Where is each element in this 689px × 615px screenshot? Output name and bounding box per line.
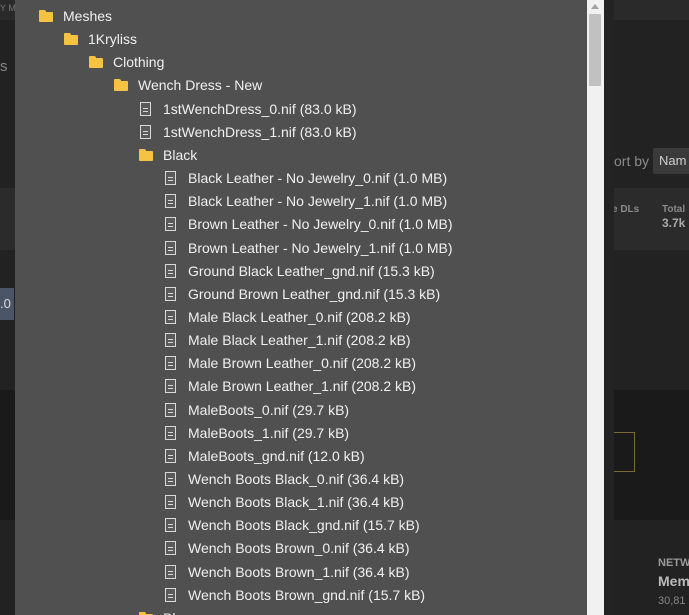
tree-file-item[interactable]: MaleBoots_1.nif (29.7 kB) [163, 422, 349, 444]
tree-file-item[interactable]: Male Black Leather_1.nif (208.2 kB) [163, 329, 411, 351]
tree-item-label: Meshes [63, 8, 113, 24]
tree-file-item[interactable]: Wench Boots Brown_1.nif (36.4 kB) [163, 561, 410, 583]
tree-folder-item[interactable]: Black [138, 144, 197, 166]
tree-item-label: 1stWenchDress_0.nif (83.0 kB) [163, 100, 357, 117]
background-mem-label: Mem [658, 573, 689, 589]
tree-item-label: Black [163, 146, 198, 163]
tree-file-item[interactable]: Male Brown Leather_1.nif (208.2 kB) [163, 375, 416, 397]
tree-item-label: Black Leather - No Jewelry_1.nif (1.0 MB… [188, 193, 448, 210]
tree-item-label: Blu [163, 610, 183, 615]
background-dls-label: e DLs [612, 204, 640, 215]
tree-folder-item[interactable]: Wench Dress - New [113, 74, 262, 96]
tree-folder-item[interactable]: Meshes [38, 5, 112, 27]
file-icon [165, 263, 176, 278]
tree-item-label: Brown Leather - No Jewelry_1.nif (1.0 MB… [188, 239, 453, 256]
folder-icon [138, 610, 154, 615]
tree-file-item[interactable]: Brown Leather - No Jewelry_1.nif (1.0 MB… [163, 237, 453, 259]
tree-item-label: MaleBoots_1.nif (29.7 kB) [188, 424, 350, 441]
file-icon [165, 240, 176, 255]
tree-file-item[interactable]: Wench Boots Black_gnd.nif (15.7 kB) [163, 514, 420, 536]
tree-folder-item[interactable]: 1Kryliss [63, 28, 137, 50]
tree-item-label: 1stWenchDress_1.nif (83.0 kB) [163, 123, 357, 140]
scrollbar[interactable] [587, 0, 604, 615]
file-icon [165, 217, 176, 232]
tree-file-item[interactable]: Black Leather - No Jewelry_0.nif (1.0 MB… [163, 167, 447, 189]
file-icon [165, 448, 176, 463]
tree-item-label: Wench Boots Black_gnd.nif (15.7 kB) [188, 517, 420, 534]
background-sort-label: ort by [614, 153, 650, 169]
tree-item-label: Wench Boots Black_1.nif (36.4 kB) [188, 494, 405, 511]
tree-item-label: MaleBoots_gnd.nif (12.0 kB) [188, 447, 365, 464]
scroll-up-arrow-icon[interactable] [591, 4, 599, 9]
tree-file-item[interactable]: Male Brown Leather_0.nif (208.2 kB) [163, 352, 416, 374]
background-right-edge [604, 0, 614, 615]
tree-item-label: Clothing [113, 54, 165, 71]
tree-item-label: Male Brown Leather_0.nif (208.2 kB) [188, 355, 417, 372]
scrollbar-thumb[interactable] [589, 14, 601, 86]
file-icon [165, 541, 176, 556]
tree-item-label: Ground Black Leather_gnd.nif (15.3 kB) [188, 262, 435, 279]
tree-item-label: Wench Dress - New [138, 77, 263, 94]
tree-item-label: 1Kryliss [88, 31, 138, 48]
tree-file-item[interactable]: 1stWenchDress_1.nif (83.0 kB) [138, 121, 357, 143]
background-count-value: 30,81 [658, 595, 686, 607]
file-icon [165, 472, 176, 486]
tree-file-item[interactable]: Wench Boots Black_0.nif (36.4 kB) [163, 468, 404, 490]
tree-item-label: Male Black Leather_0.nif (208.2 kB) [188, 308, 411, 325]
file-icon [140, 101, 151, 116]
tree-item-label: Brown Leather - No Jewelry_0.nif (1.0 MB… [188, 216, 453, 233]
file-icon [165, 286, 176, 301]
file-icon [165, 194, 176, 209]
tree-file-item[interactable]: Ground Black Leather_gnd.nif (15.3 kB) [163, 260, 435, 282]
file-icon [165, 495, 176, 510]
folder-icon [113, 77, 129, 93]
background-total-value: 3.7k [662, 216, 686, 230]
folder-icon [88, 54, 104, 70]
tree-item-label: Wench Boots Brown_gnd.nif (15.7 kB) [188, 586, 426, 603]
file-icon [165, 333, 176, 348]
tree-file-item[interactable]: MaleBoots_0.nif (29.7 kB) [163, 399, 349, 421]
tree-file-item[interactable]: Black Leather - No Jewelry_1.nif (1.0 MB… [163, 190, 447, 212]
tree-item-label: Wench Boots Brown_0.nif (36.4 kB) [188, 540, 410, 557]
tree-folder-item[interactable]: Clothing [88, 51, 164, 73]
tree-file-item[interactable]: Wench Boots Brown_0.nif (36.4 kB) [163, 537, 410, 559]
tree-file-item[interactable]: Ground Brown Leather_gnd.nif (15.3 kB) [163, 283, 440, 305]
tree-file-item[interactable]: Wench Boots Brown_gnd.nif (15.7 kB) [163, 584, 425, 606]
tree-item-label: Wench Boots Black_0.nif (36.4 kB) [188, 471, 405, 487]
tree-item-label: MaleBoots_0.nif (29.7 kB) [188, 401, 350, 418]
background-sort-select[interactable]: Nam [653, 148, 689, 174]
file-icon [165, 518, 176, 533]
file-icon [165, 379, 176, 394]
file-icon [165, 309, 176, 324]
file-icon [165, 425, 176, 440]
tree-item-label: Black Leather - No Jewelry_0.nif (1.0 MB… [188, 170, 448, 187]
folder-icon [63, 31, 79, 47]
file-icon [165, 356, 176, 371]
background-top-label: Y M [0, 3, 16, 13]
tree-file-item[interactable]: Wench Boots Black_1.nif (36.4 kB) [163, 491, 404, 513]
tree-file-item[interactable]: MaleBoots_gnd.nif (12.0 kB) [163, 445, 365, 467]
folder-icon [38, 8, 54, 24]
file-icon [165, 171, 176, 186]
file-icon [165, 564, 176, 579]
background-left-s: s [0, 58, 8, 75]
tree-item-label: Male Brown Leather_1.nif (208.2 kB) [188, 378, 417, 395]
tree-item-label: Wench Boots Brown_1.nif (36.4 kB) [188, 563, 410, 580]
file-icon [165, 587, 176, 602]
tree-file-item[interactable]: Male Black Leather_0.nif (208.2 kB) [163, 306, 411, 328]
background-left-value: .0 [0, 296, 11, 311]
tree-file-item[interactable]: 1stWenchDress_0.nif (83.0 kB) [138, 98, 357, 120]
background-total-label: Total [662, 204, 686, 215]
tree-item-label: Male Black Leather_1.nif (208.2 kB) [188, 332, 411, 349]
file-icon [140, 124, 151, 139]
file-tree-panel: Meshes 1Kryliss Clothing Wench Dress - New 1… [15, 0, 587, 615]
tree-file-item[interactable]: Brown Leather - No Jewelry_0.nif (1.0 MB… [163, 213, 453, 235]
file-icon [165, 402, 176, 417]
background-netw-label: NETW [658, 557, 689, 569]
folder-icon [138, 147, 154, 163]
tree-item-label: Ground Brown Leather_gnd.nif (15.3 kB) [188, 285, 441, 302]
tree-folder-item[interactable]: Blu [138, 607, 183, 615]
